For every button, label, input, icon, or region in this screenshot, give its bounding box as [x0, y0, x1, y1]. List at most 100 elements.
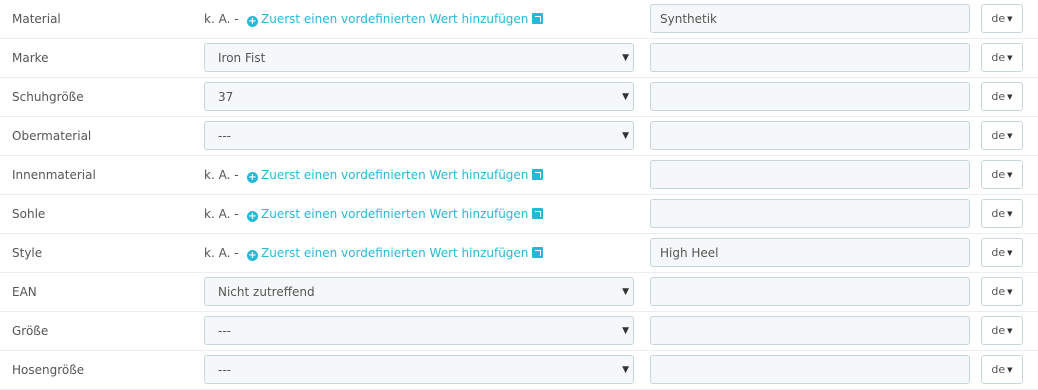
- feature-row-hosengroesse: Hosengröße --- ▼ de ▼: [0, 351, 1038, 390]
- custom-value-text: High Heel: [660, 246, 719, 260]
- feature-label: Style: [12, 246, 43, 260]
- feature-row-groesse: Größe --- ▼ de ▼: [0, 312, 1038, 351]
- language-dropdown[interactable]: de ▼: [981, 355, 1023, 384]
- language-code: de: [991, 324, 1006, 337]
- feature-label: Obermaterial: [12, 129, 92, 143]
- language-code: de: [991, 246, 1006, 259]
- add-predefined-value-link[interactable]: + Zuerst einen vordefinierten Wert hinzuf…: [247, 0, 544, 38]
- external-link-icon: [532, 208, 544, 219]
- caret-down-icon: ▼: [1007, 15, 1013, 23]
- external-link-icon: [532, 169, 544, 180]
- plus-circle-icon: +: [247, 172, 258, 183]
- caret-down-icon: ▼: [1007, 249, 1013, 257]
- add-predefined-value-link[interactable]: + Zuerst einen vordefinierten Wert hinzuf…: [247, 156, 544, 194]
- predefined-value-select[interactable]: Nicht zutreffend ▼: [204, 277, 634, 306]
- caret-down-icon: ▼: [1007, 288, 1013, 296]
- language-dropdown[interactable]: de ▼: [981, 82, 1023, 111]
- language-code: de: [991, 12, 1006, 25]
- add-link-label: Zuerst einen vordefinierten Wert hinzufü…: [261, 168, 529, 182]
- predefined-value-select[interactable]: --- ▼: [204, 355, 634, 384]
- custom-value-input[interactable]: [650, 199, 970, 228]
- custom-value-input[interactable]: High Heel: [650, 238, 970, 267]
- caret-down-icon: ▼: [622, 365, 629, 375]
- custom-value-input[interactable]: [650, 355, 970, 384]
- language-code: de: [991, 129, 1006, 142]
- feature-value-cell: k. A. - + Zuerst einen vordefinierten Wer…: [204, 234, 636, 272]
- add-link-label: Zuerst einen vordefinierten Wert hinzufü…: [261, 207, 529, 221]
- feature-row-material: Material k. A. - + Zuerst einen vordefini…: [0, 0, 1038, 39]
- feature-value-cell: k. A. - + Zuerst einen vordefinierten Wer…: [204, 156, 636, 194]
- feature-row-marke: Marke Iron Fist ▼ de ▼: [0, 39, 1038, 78]
- no-value-text: k. A. -: [204, 246, 239, 260]
- caret-down-icon: ▼: [1007, 327, 1013, 335]
- custom-value-input[interactable]: [650, 277, 970, 306]
- feature-row-style: Style k. A. - + Zuerst einen vordefiniert…: [0, 234, 1038, 273]
- plus-circle-icon: +: [247, 16, 258, 27]
- language-dropdown[interactable]: de ▼: [981, 4, 1023, 33]
- caret-down-icon: ▼: [1007, 210, 1013, 218]
- feature-value-cell: Nicht zutreffend ▼: [204, 273, 636, 311]
- feature-label: Material: [12, 12, 61, 26]
- feature-value-cell: 37 ▼: [204, 78, 636, 116]
- add-predefined-value-link[interactable]: + Zuerst einen vordefinierten Wert hinzuf…: [247, 234, 544, 272]
- external-link-icon: [532, 13, 544, 24]
- predefined-value-select[interactable]: 37 ▼: [204, 82, 634, 111]
- feature-value-cell: Iron Fist ▼: [204, 39, 636, 77]
- feature-row-ean: EAN Nicht zutreffend ▼ de ▼: [0, 273, 1038, 312]
- feature-value-cell: k. A. - + Zuerst einen vordefinierten Wer…: [204, 0, 636, 38]
- caret-down-icon: ▼: [1007, 93, 1013, 101]
- add-link-label: Zuerst einen vordefinierten Wert hinzufü…: [261, 12, 529, 26]
- custom-value-input[interactable]: [650, 316, 970, 345]
- feature-value-cell: --- ▼: [204, 351, 636, 389]
- custom-value-input[interactable]: [650, 121, 970, 150]
- plus-circle-icon: +: [247, 250, 258, 261]
- language-code: de: [991, 90, 1006, 103]
- custom-value-input[interactable]: [650, 160, 970, 189]
- language-code: de: [991, 51, 1006, 64]
- language-code: de: [991, 363, 1006, 376]
- selected-value: 37: [218, 90, 234, 104]
- custom-value-text: Synthetik: [660, 12, 718, 26]
- feature-row-schuhgroesse: Schuhgröße 37 ▼ de ▼: [0, 78, 1038, 117]
- features-table: Material k. A. - + Zuerst einen vordefini…: [0, 0, 1038, 390]
- custom-value-input[interactable]: Synthetik: [650, 4, 970, 33]
- feature-label: Sohle: [12, 207, 46, 221]
- language-dropdown[interactable]: de ▼: [981, 238, 1023, 267]
- feature-value-cell: --- ▼: [204, 312, 636, 350]
- custom-value-input[interactable]: [650, 82, 970, 111]
- selected-value: ---: [218, 129, 231, 143]
- feature-value-cell: k. A. - + Zuerst einen vordefinierten Wer…: [204, 195, 636, 233]
- caret-down-icon: ▼: [622, 131, 629, 141]
- no-value-text: k. A. -: [204, 12, 239, 26]
- feature-row-sohle: Sohle k. A. - + Zuerst einen vordefiniert…: [0, 195, 1038, 234]
- language-dropdown[interactable]: de ▼: [981, 43, 1023, 72]
- feature-value-cell: --- ▼: [204, 117, 636, 155]
- caret-down-icon: ▼: [622, 92, 629, 102]
- selected-value: ---: [218, 324, 231, 338]
- selected-value: ---: [218, 363, 231, 377]
- predefined-value-select[interactable]: --- ▼: [204, 316, 634, 345]
- language-dropdown[interactable]: de ▼: [981, 199, 1023, 228]
- external-link-icon: [532, 247, 544, 258]
- language-dropdown[interactable]: de ▼: [981, 160, 1023, 189]
- predefined-value-select[interactable]: --- ▼: [204, 121, 634, 150]
- feature-label: EAN: [12, 285, 37, 299]
- selected-value: Iron Fist: [218, 51, 266, 65]
- add-link-label: Zuerst einen vordefinierten Wert hinzufü…: [261, 246, 529, 260]
- caret-down-icon: ▼: [622, 287, 629, 297]
- predefined-value-select[interactable]: Iron Fist ▼: [204, 43, 634, 72]
- language-dropdown[interactable]: de ▼: [981, 277, 1023, 306]
- plus-circle-icon: +: [247, 211, 258, 222]
- caret-down-icon: ▼: [1007, 132, 1013, 140]
- language-dropdown[interactable]: de ▼: [981, 316, 1023, 345]
- custom-value-input[interactable]: [650, 43, 970, 72]
- language-code: de: [991, 285, 1006, 298]
- feature-label: Innenmaterial: [12, 168, 96, 182]
- selected-value: Nicht zutreffend: [218, 285, 315, 299]
- caret-down-icon: ▼: [1007, 54, 1013, 62]
- add-predefined-value-link[interactable]: + Zuerst einen vordefinierten Wert hinzuf…: [247, 195, 544, 233]
- caret-down-icon: ▼: [622, 326, 629, 336]
- no-value-text: k. A. -: [204, 168, 239, 182]
- language-dropdown[interactable]: de ▼: [981, 121, 1023, 150]
- feature-label: Marke: [12, 51, 49, 65]
